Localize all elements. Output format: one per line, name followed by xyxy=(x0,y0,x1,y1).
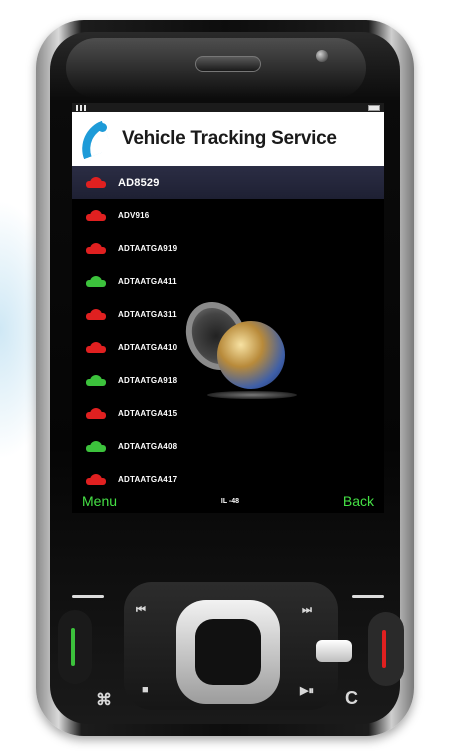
vehicle-list-item[interactable]: ADTAATGA919 xyxy=(72,232,384,265)
battery-icon xyxy=(368,105,380,111)
car-icon xyxy=(86,374,106,387)
car-icon xyxy=(86,275,106,288)
vehicle-label: ADTAATGA415 xyxy=(118,409,178,418)
vehicle-list-item[interactable]: ADTAATGA415 xyxy=(72,397,384,430)
clear-key[interactable]: C xyxy=(345,688,358,709)
front-camera xyxy=(316,50,328,62)
car-icon xyxy=(86,242,106,255)
vehicle-list-item[interactable]: AD8529 xyxy=(72,166,384,199)
vehicle-label: ADTAATGA417 xyxy=(118,475,178,484)
telenor-logo-icon xyxy=(73,117,116,161)
vehicle-label: ADTAATGA411 xyxy=(118,277,177,286)
select-key[interactable] xyxy=(195,619,261,685)
menu-key-icon[interactable]: ⌘ xyxy=(96,690,112,710)
car-icon xyxy=(86,308,106,321)
earpiece-speaker xyxy=(195,56,261,72)
vehicle-label: ADV916 xyxy=(118,211,150,220)
signal-icon xyxy=(76,105,86,111)
car-icon xyxy=(86,176,106,189)
left-softkey-button[interactable] xyxy=(72,595,104,598)
softkey-bar: Menu IL -48 Back xyxy=(72,489,384,513)
menu-softkey[interactable]: Menu xyxy=(82,493,117,509)
car-icon xyxy=(86,473,106,486)
right-softkey-button[interactable] xyxy=(352,595,384,598)
call-key[interactable] xyxy=(58,610,92,684)
status-bar xyxy=(72,103,384,112)
vehicle-label: ADTAATGA311 xyxy=(118,310,177,319)
back-softkey[interactable]: Back xyxy=(343,493,374,509)
vehicle-list-item[interactable]: ADTAATGA408 xyxy=(72,430,384,463)
vehicle-label: ADTAATGA919 xyxy=(118,244,178,253)
car-icon xyxy=(86,407,106,420)
vehicle-label: ADTAATGA408 xyxy=(118,442,178,451)
vehicle-label: AD8529 xyxy=(118,176,160,189)
car-icon xyxy=(86,341,106,354)
car-icon xyxy=(86,440,106,453)
toggle-key[interactable] xyxy=(316,640,352,662)
signal-readout: IL -48 xyxy=(220,497,240,505)
end-key[interactable] xyxy=(368,612,404,686)
rewind-key[interactable]: ⏮ xyxy=(136,604,146,617)
vehicle-list-item[interactable]: ADV916 xyxy=(72,199,384,232)
play-pause-key[interactable]: ▶⏸ xyxy=(300,684,314,698)
globe-icon xyxy=(174,292,297,401)
vehicle-label: ADTAATGA918 xyxy=(118,376,178,385)
phone-screen: Vehicle Tracking Service AD8529 ADV916 ADT… xyxy=(72,103,384,513)
forward-key[interactable]: ⏭ xyxy=(302,604,312,617)
vehicle-list-item[interactable]: ADTAATGA411 xyxy=(72,265,384,298)
car-icon xyxy=(86,209,106,222)
stop-key[interactable]: ■ xyxy=(142,684,149,696)
app-header: Vehicle Tracking Service xyxy=(72,112,384,166)
app-title: Vehicle Tracking Service xyxy=(122,128,337,149)
vehicle-label: ADTAATGA410 xyxy=(118,343,178,352)
